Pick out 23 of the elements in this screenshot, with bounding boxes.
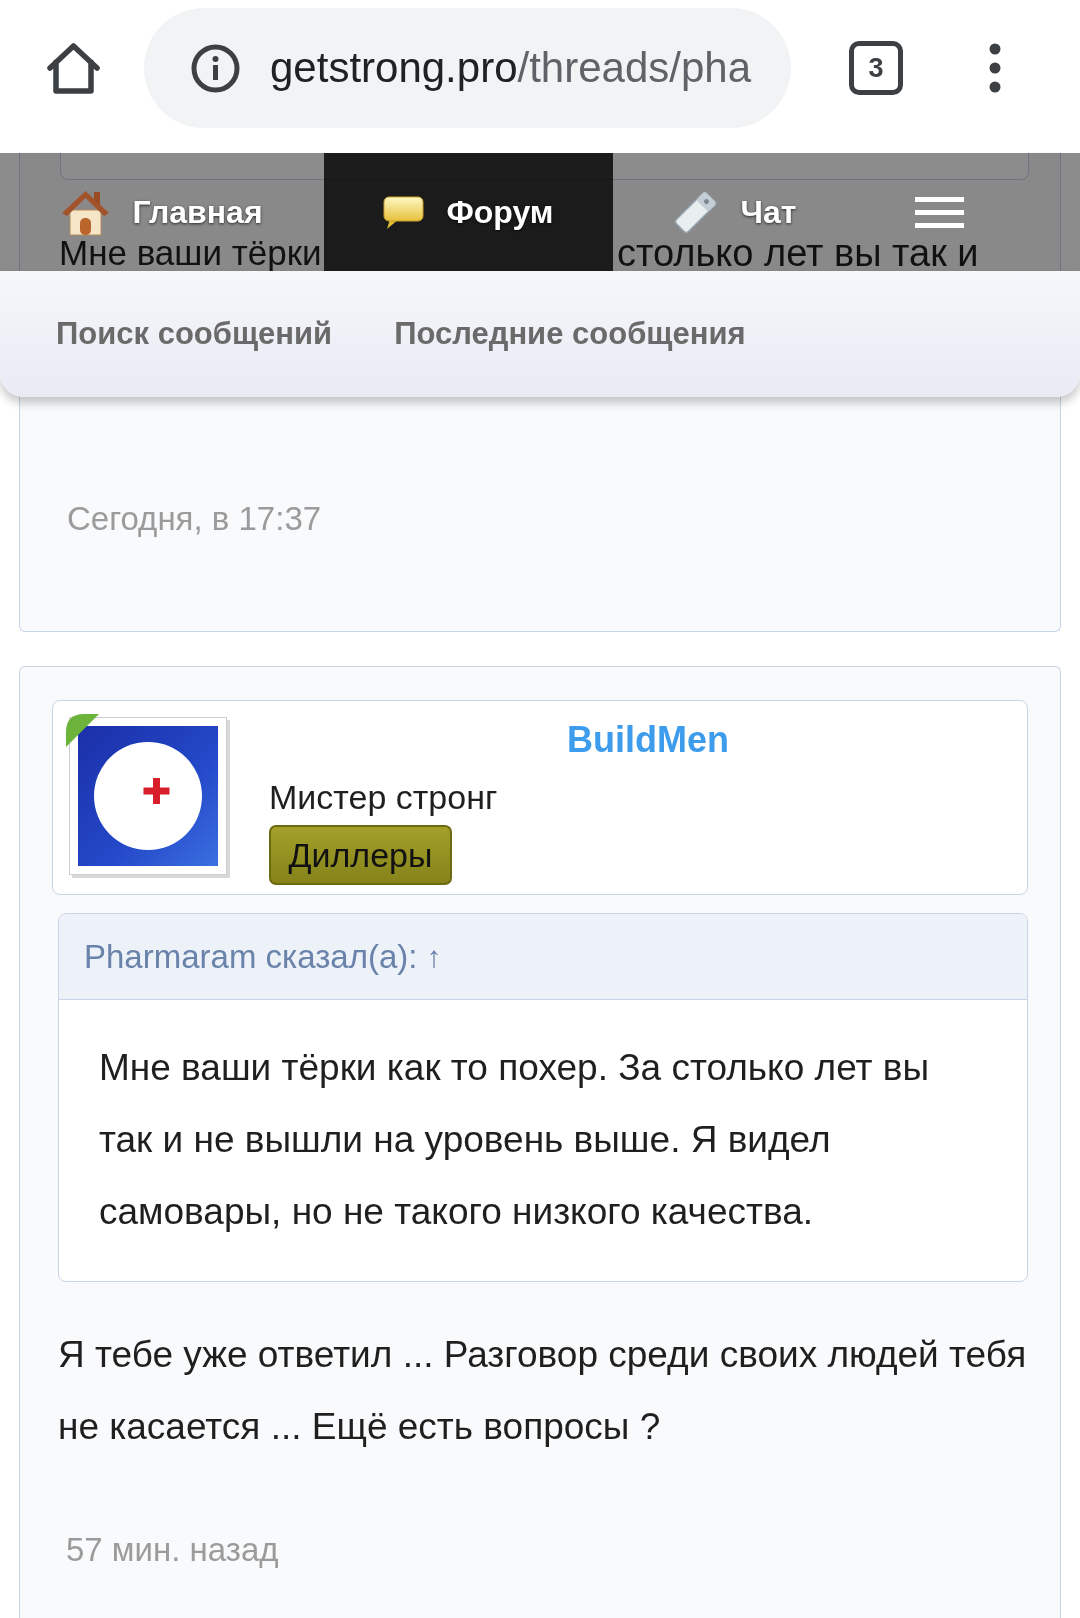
speech-bubble-icon: [383, 195, 425, 229]
post-text: Мне ваши тёрки: [59, 233, 322, 272]
home-icon[interactable]: [46, 40, 101, 96]
group-badge: Диллеры: [269, 825, 452, 885]
nav-tab[interactable]: Главная: [0, 188, 324, 236]
username-link[interactable]: BuildMen: [567, 718, 729, 762]
post-text: Я тебе уже ответил ... Разговор среди своих людей тебя не касается ... Ещё есть вопросы ?: [58, 1333, 1028, 1449]
url-text[interactable]: getstrong.pro/threads/pha: [270, 43, 751, 93]
tab-switcher-button[interactable]: 3: [849, 41, 903, 95]
submenu-link[interactable]: Поиск сообщений: [56, 314, 333, 354]
user-title: Мистер стронг: [269, 777, 498, 817]
house-icon: [61, 188, 111, 236]
nav-tab[interactable]: Форум: [324, 153, 613, 271]
address-bar[interactable]: getstrong.pro/threads/pha: [144, 8, 791, 128]
post-time: 57 мин. назад: [66, 1530, 279, 1570]
quote-source-link[interactable]: ↑: [426, 937, 442, 976]
quote-text: Мне ваши тёрки как то похер. За столько лет вы так и не вышли на уровень выше. Я видел самовары, но не такого низкого качества.: [99, 1046, 930, 1234]
info-icon[interactable]: [191, 43, 240, 93]
corner-badge-icon: [66, 714, 99, 747]
menu-icon[interactable]: [915, 196, 964, 228]
quote-author: Pharmaram сказал(а):: [84, 937, 418, 976]
submenu-link[interactable]: Последние сообщения: [394, 314, 746, 354]
post-time: Сегодня, в 17:37: [67, 499, 322, 539]
